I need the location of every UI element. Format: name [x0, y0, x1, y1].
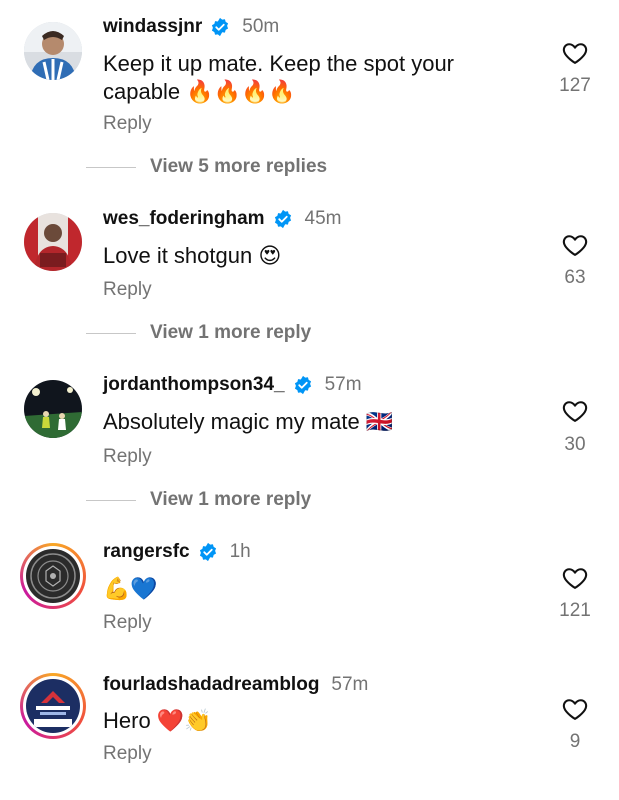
reply-button[interactable]: Reply: [103, 612, 152, 634]
heart-outline-icon[interactable]: [561, 231, 589, 259]
like-button[interactable]: [558, 397, 592, 425]
like-button[interactable]: [558, 695, 592, 723]
heart-outline-icon[interactable]: [561, 397, 589, 425]
view-more-label[interactable]: View 5 more replies: [150, 156, 327, 178]
timestamp: 1h: [229, 541, 251, 562]
heart-outline-icon[interactable]: [561, 695, 589, 723]
heart-outline-icon[interactable]: [561, 564, 589, 592]
reply-button[interactable]: Reply: [103, 743, 152, 765]
timestamp: 45m: [304, 208, 342, 229]
username[interactable]: rangersfc: [103, 541, 190, 563]
comment-text: Keep it up mate. Keep the spot your capa…: [103, 51, 455, 104]
verified-badge-icon: [273, 209, 293, 229]
username[interactable]: wes_foderingham: [103, 208, 265, 230]
view-more-label[interactable]: View 1 more reply: [150, 322, 311, 344]
avatar[interactable]: [24, 213, 82, 271]
avatar-story-ring[interactable]: [20, 673, 86, 739]
like-count: 9: [569, 731, 581, 752]
like-button[interactable]: [558, 231, 592, 259]
like-count: 30: [564, 434, 586, 455]
like-count: 127: [559, 75, 591, 96]
like-button[interactable]: [558, 39, 592, 67]
view-more-replies[interactable]: View 1 more reply: [86, 322, 311, 344]
comment-text: Hero ❤️👏: [103, 708, 212, 733]
comment-text: 💪💙: [103, 576, 158, 601]
reply-button[interactable]: Reply: [103, 113, 152, 135]
timestamp: 57m: [324, 374, 362, 395]
avatar: [26, 549, 80, 603]
username[interactable]: windassjnr: [103, 16, 202, 38]
comment-text: Love it shotgun 😍: [103, 243, 282, 268]
timestamp: 57m: [331, 674, 369, 695]
reply-button[interactable]: Reply: [103, 446, 152, 468]
reply-button[interactable]: Reply: [103, 279, 152, 301]
avatar: [26, 679, 80, 733]
like-count: 121: [559, 600, 591, 621]
view-more-replies[interactable]: View 5 more replies: [86, 156, 327, 178]
comment-text: Absolutely magic my mate 🇬🇧: [103, 409, 394, 434]
like-button[interactable]: [558, 564, 592, 592]
divider: [86, 499, 136, 501]
avatar[interactable]: [24, 380, 82, 438]
timestamp: 50m: [242, 16, 280, 37]
view-more-replies[interactable]: View 1 more reply: [86, 489, 311, 511]
verified-badge-icon: [198, 542, 218, 562]
verified-badge-icon: [210, 17, 230, 37]
divider: [86, 332, 136, 334]
avatar[interactable]: [24, 22, 82, 80]
verified-badge-icon: [293, 375, 313, 395]
username[interactable]: jordanthompson34_: [103, 374, 285, 396]
heart-outline-icon[interactable]: [561, 39, 589, 67]
avatar-story-ring[interactable]: [20, 543, 86, 609]
username[interactable]: fourladshadadreamblog: [103, 674, 319, 696]
like-count: 63: [564, 267, 586, 288]
divider: [86, 166, 136, 168]
view-more-label[interactable]: View 1 more reply: [150, 489, 311, 511]
